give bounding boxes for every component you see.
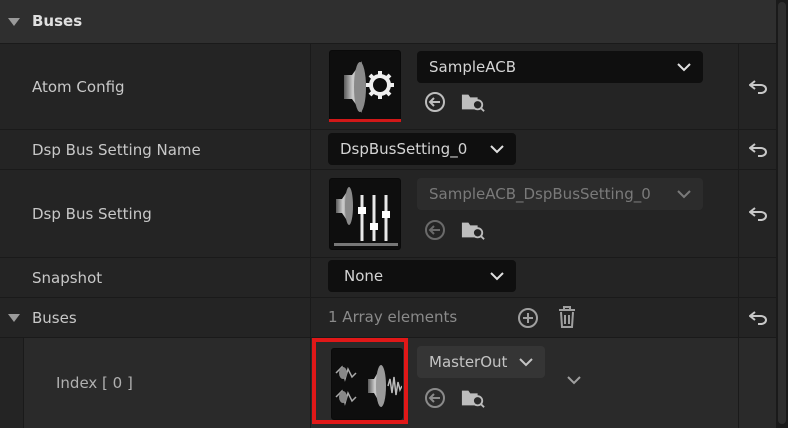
reset-to-default-icon[interactable] xyxy=(748,79,767,94)
expand-chevron-icon[interactable] xyxy=(567,376,581,385)
reset-to-default-icon[interactable] xyxy=(748,206,767,221)
reset-to-default-icon[interactable] xyxy=(748,142,767,157)
arrow-left-circle-icon xyxy=(425,388,445,408)
dsp-bus-setting-name-combo[interactable]: DspBusSetting_0 xyxy=(328,133,516,165)
snapshot-value: None xyxy=(344,267,384,285)
use-selected-asset-button[interactable] xyxy=(423,90,447,114)
dsp-bus-setting-name-label: Dsp Bus Setting Name xyxy=(32,140,201,159)
empty-array-button[interactable] xyxy=(555,305,579,329)
atom-config-combo[interactable]: SampleACB xyxy=(417,51,703,83)
folder-search-icon xyxy=(461,222,485,240)
dsp-bus-setting-label: Dsp Bus Setting xyxy=(32,204,152,223)
chevron-down-icon xyxy=(490,145,504,154)
index-0-combo[interactable]: MasterOut xyxy=(417,346,545,378)
category-header-buses[interactable]: Buses xyxy=(0,0,776,44)
highlight-box xyxy=(312,338,408,424)
snapshot-label: Snapshot xyxy=(32,268,103,287)
chevron-down-icon xyxy=(677,63,691,72)
array-element-count: 1 Array elements xyxy=(328,308,458,326)
details-panel: Buses Atom Config SampleACB Dsp Bus Sett… xyxy=(0,0,776,428)
add-element-button[interactable] xyxy=(516,306,540,330)
atom-config-value: SampleACB xyxy=(429,58,517,76)
plus-circle-icon xyxy=(518,308,538,328)
vertical-scrollbar[interactable] xyxy=(776,0,788,428)
chevron-down-icon xyxy=(519,358,533,367)
reset-to-default-icon[interactable] xyxy=(748,310,767,325)
trash-icon xyxy=(559,306,575,328)
atom-config-thumbnail[interactable] xyxy=(329,50,401,122)
dsp-bus-setting-name-value: DspBusSetting_0 xyxy=(340,140,468,158)
speaker-mixer-icon xyxy=(334,187,398,246)
folder-search-icon xyxy=(461,390,485,408)
row-buses-array: Buses 1 Array elements xyxy=(0,298,776,338)
dsp-bus-setting-thumbnail[interactable] xyxy=(329,178,401,250)
dsp-bus-setting-value: SampleACB_DspBusSetting_0 xyxy=(429,185,651,203)
row-dsp-bus-setting: Dsp Bus Setting SampleACB_DspBusSetting_… xyxy=(0,170,776,258)
arrow-left-circle-icon xyxy=(425,220,445,240)
browse-asset-button[interactable] xyxy=(461,218,485,242)
use-selected-asset-button xyxy=(423,218,447,242)
arrow-left-circle-icon xyxy=(425,92,445,112)
dsp-bus-setting-combo: SampleACB_DspBusSetting_0 xyxy=(417,178,703,210)
collapse-chevron-icon[interactable] xyxy=(8,314,20,322)
atom-config-label: Atom Config xyxy=(32,77,125,96)
category-label: Buses xyxy=(32,12,83,30)
indent-bar xyxy=(0,338,24,428)
scrollbar-thumb[interactable] xyxy=(778,2,786,424)
asset-type-color-bar xyxy=(329,119,401,122)
browse-asset-button[interactable] xyxy=(461,386,485,410)
folder-search-icon xyxy=(461,94,485,112)
index-0-value: MasterOut xyxy=(429,353,508,371)
collapse-chevron-icon[interactable] xyxy=(8,18,20,26)
chevron-down-icon xyxy=(677,190,691,199)
index-0-label: Index [ 0 ] xyxy=(56,374,133,392)
chevron-down-icon xyxy=(490,272,504,281)
row-dsp-bus-setting-name: Dsp Bus Setting Name DspBusSetting_0 xyxy=(0,130,776,170)
row-atom-config: Atom Config SampleACB xyxy=(0,44,776,130)
snapshot-combo[interactable]: None xyxy=(328,260,516,292)
speaker-gear-icon xyxy=(344,61,394,113)
browse-asset-button[interactable] xyxy=(461,90,485,114)
row-snapshot: Snapshot None xyxy=(0,258,776,298)
use-selected-asset-button[interactable] xyxy=(423,386,447,410)
